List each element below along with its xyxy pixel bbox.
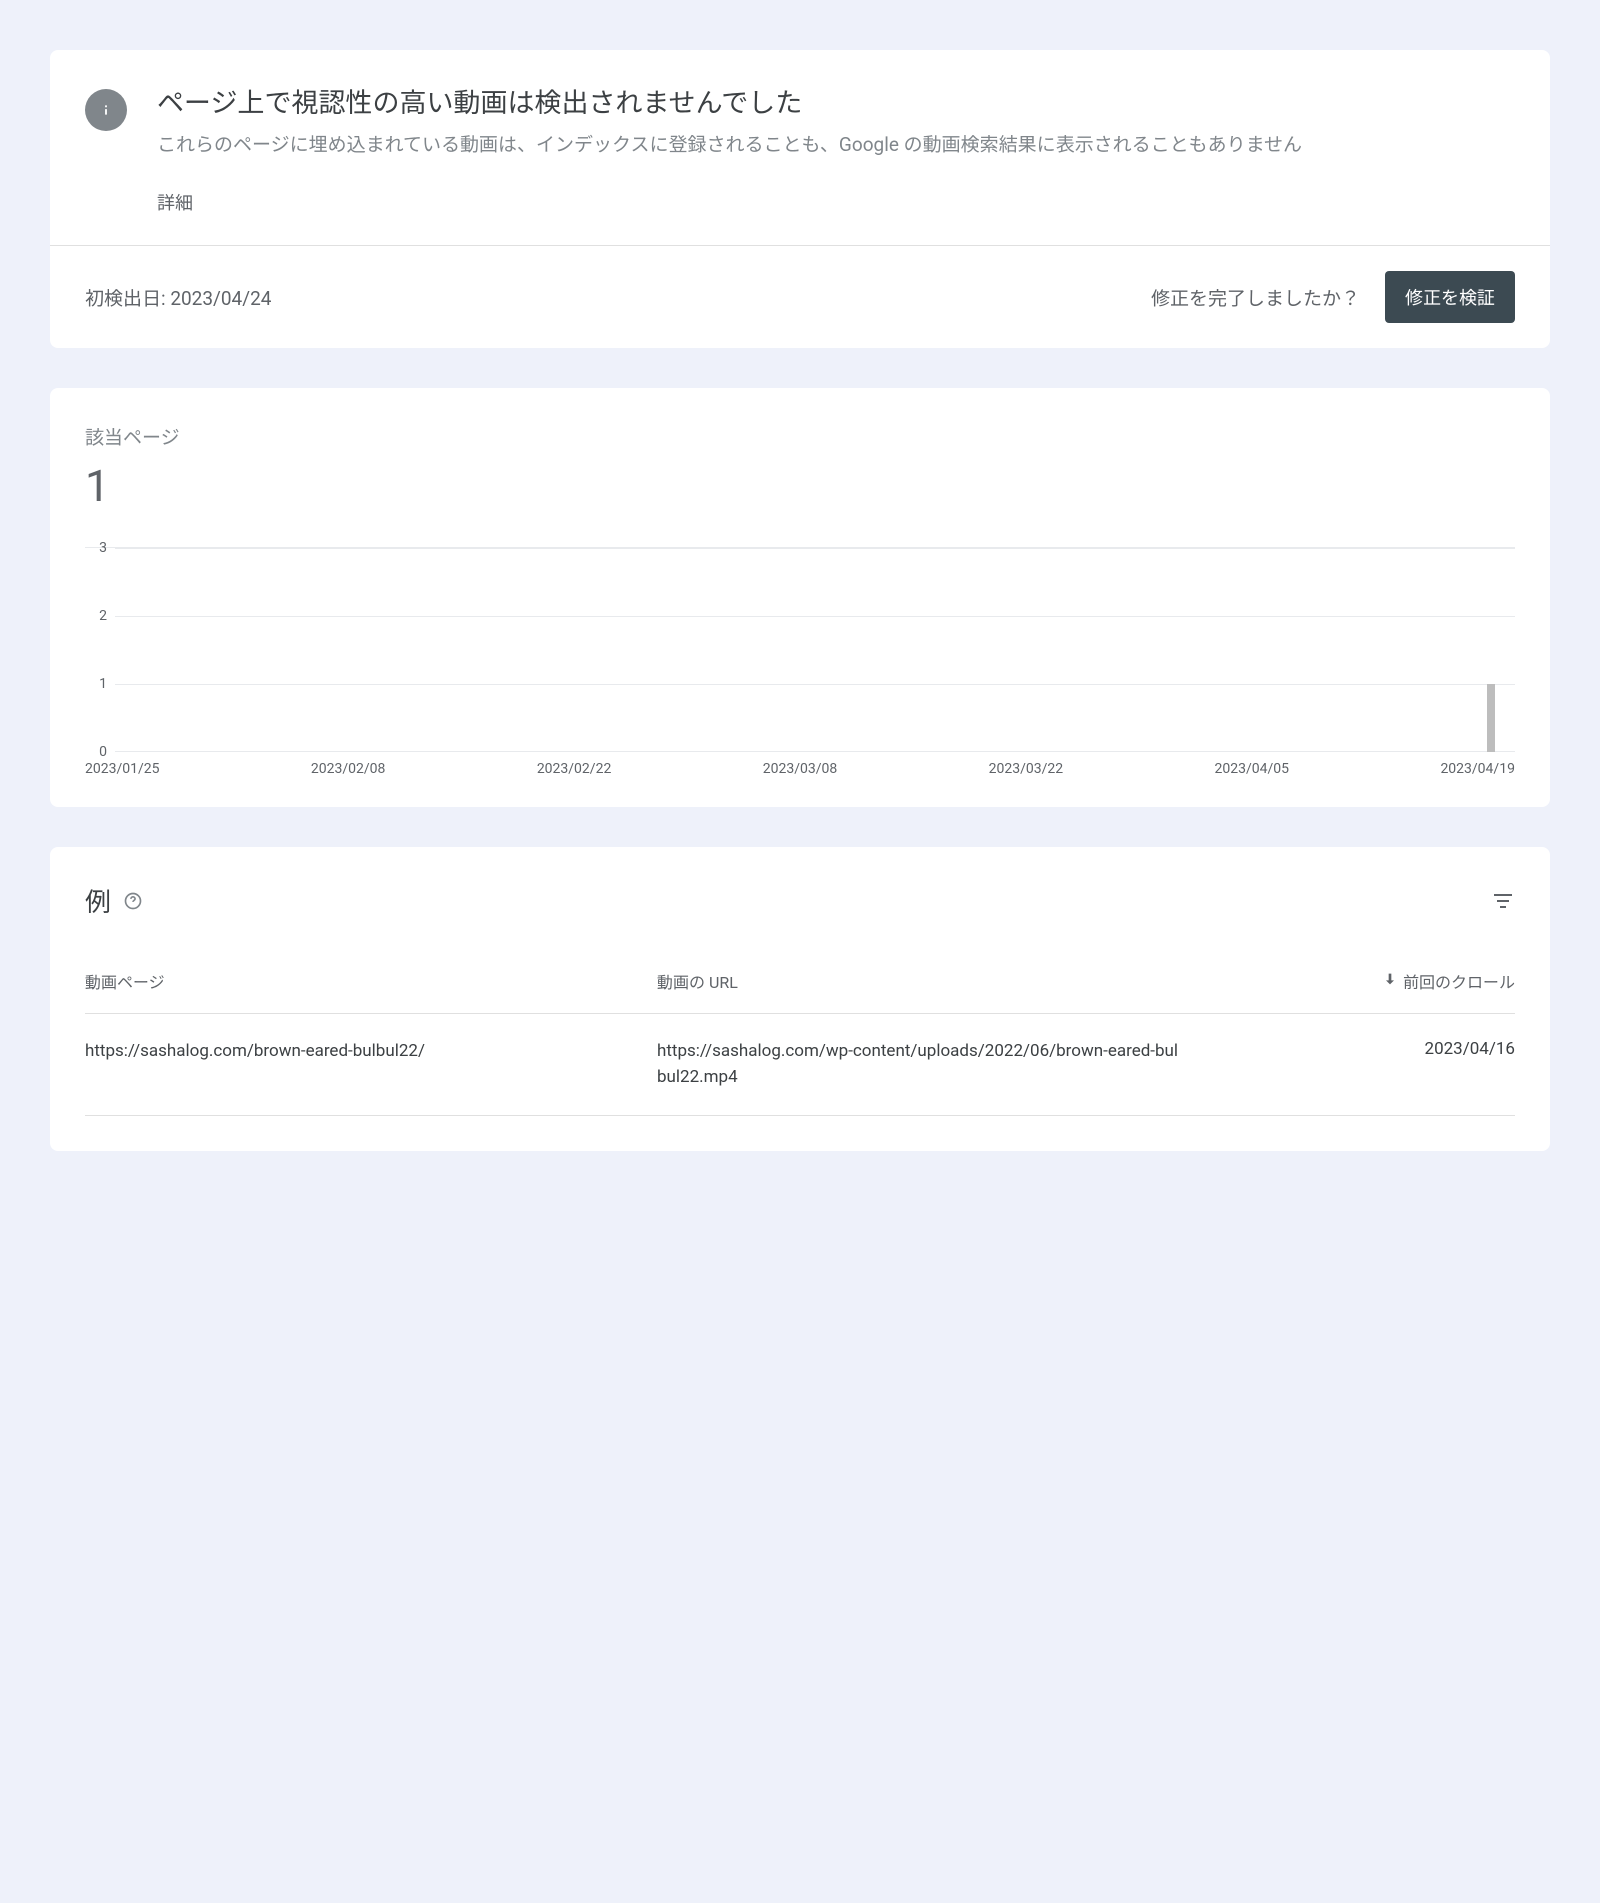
x-tick: 2023/02/22 <box>537 761 612 777</box>
x-tick: 2023/03/22 <box>989 761 1064 777</box>
row-url: https://sashalog.com/wp-content/uploads/… <box>657 1039 1200 1090</box>
examples-card: 例 動画ページ 動画の URL 前回のクロール https://sashalog… <box>50 847 1550 1151</box>
column-header-page[interactable]: 動画ページ <box>85 969 657 993</box>
chart-title: 該当ページ <box>85 423 1515 450</box>
fix-question: 修正を完了しましたか？ <box>1151 284 1360 311</box>
info-icon <box>85 89 127 131</box>
x-tick: 2023/03/08 <box>763 761 838 777</box>
table-row[interactable]: https://sashalog.com/brown-eared-bulbul2… <box>85 1014 1515 1116</box>
validate-fix-button[interactable]: 修正を検証 <box>1385 271 1515 323</box>
fix-section: 修正を完了しましたか？ 修正を検証 <box>1151 271 1515 323</box>
row-crawl: 2023/04/16 <box>1200 1039 1515 1090</box>
y-axis: 3 2 1 0 <box>85 548 115 752</box>
learn-more-link[interactable]: 詳細 <box>157 193 193 214</box>
sort-down-icon <box>1382 971 1398 991</box>
table-header: 動画ページ 動画の URL 前回のクロール <box>85 969 1515 1014</box>
x-tick: 2023/04/05 <box>1215 761 1290 777</box>
detection-row: 初検出日: 2023/04/24 修正を完了しましたか？ 修正を検証 <box>50 246 1550 348</box>
first-detected-date: 2023/04/24 <box>170 287 271 310</box>
issue-subtitle: これらのページに埋め込まれている動画は、インデックスに登録されることも、Goog… <box>157 131 1515 160</box>
chart-container: 3 2 1 0 2023/01/25 2023/02/08 2023/02/22… <box>85 547 1515 777</box>
help-icon[interactable] <box>123 891 143 911</box>
examples-title-group: 例 <box>85 882 143 919</box>
header-content: ページ上で視認性の高い動画は検出されませんでした これらのページに埋め込まれてい… <box>157 85 1515 215</box>
x-tick: 2023/01/25 <box>85 761 160 777</box>
x-tick: 2023/04/19 <box>1440 761 1515 777</box>
chart-bar <box>1487 684 1495 752</box>
issue-title: ページ上で視認性の高い動画は検出されませんでした <box>157 85 1515 123</box>
filter-icon[interactable] <box>1491 889 1515 913</box>
column-header-url[interactable]: 動画の URL <box>657 969 1200 993</box>
issue-header-card: ページ上で視認性の高い動画は検出されませんでした これらのページに埋め込まれてい… <box>50 50 1550 348</box>
header-section: ページ上で視認性の高い動画は検出されませんでした これらのページに埋め込まれてい… <box>50 50 1550 245</box>
column-header-crawl-label: 前回のクロール <box>1403 969 1515 993</box>
column-header-crawl[interactable]: 前回のクロール <box>1200 969 1515 993</box>
x-axis: 2023/01/25 2023/02/08 2023/02/22 2023/03… <box>85 761 1515 777</box>
first-detected: 初検出日: 2023/04/24 <box>85 284 271 311</box>
examples-header: 例 <box>85 882 1515 919</box>
examples-title: 例 <box>85 882 111 919</box>
chart-value: 1 <box>85 460 1515 512</box>
x-tick: 2023/02/08 <box>311 761 386 777</box>
chart-card: 該当ページ 1 3 2 1 0 2023/01/25 2023/02/08 20… <box>50 388 1550 807</box>
row-page: https://sashalog.com/brown-eared-bulbul2… <box>85 1039 657 1090</box>
first-detected-label: 初検出日: <box>85 287 166 310</box>
bar-area <box>115 548 1515 752</box>
